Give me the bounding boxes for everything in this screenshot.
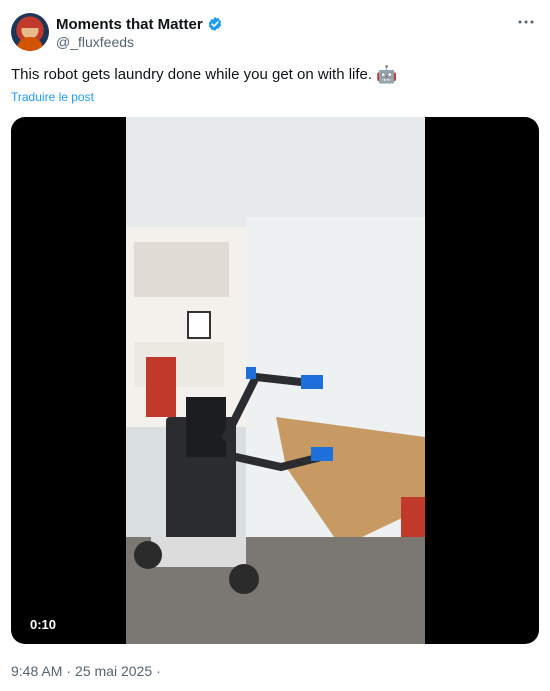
post-body: This robot gets laundry done while you g… [11,66,373,83]
more-horizontal-icon [518,20,534,24]
translate-post-link[interactable]: Traduire le post [11,90,94,104]
robot-emoji-icon: 🤖 [376,65,398,84]
video-player[interactable]: 0:10 [11,117,539,644]
post-time[interactable]: 9:48 AM [11,663,62,679]
meta-separator: · [66,663,72,679]
author-handle[interactable]: @_fluxfeeds [56,34,134,50]
more-options-button[interactable] [514,12,538,32]
avatar-shirt [17,37,43,51]
post-card: Moments that Matter @_fluxfeeds This rob… [0,0,550,691]
author-row: Moments that Matter [56,14,223,34]
post-text: This robot gets laundry done while you g… [11,66,397,83]
post-date[interactable]: 25 mai 2025 [75,663,152,679]
avatar-cap [20,19,40,28]
video-thumbnail [126,117,425,644]
video-duration: 0:10 [24,615,63,634]
author-avatar[interactable] [11,13,49,51]
author-name[interactable]: Moments that Matter [56,16,203,33]
meta-trailing-separator: · [156,663,161,679]
post-metadata: 9:48 AM · 25 mai 2025 · [11,663,161,679]
verified-badge-icon [208,17,221,31]
